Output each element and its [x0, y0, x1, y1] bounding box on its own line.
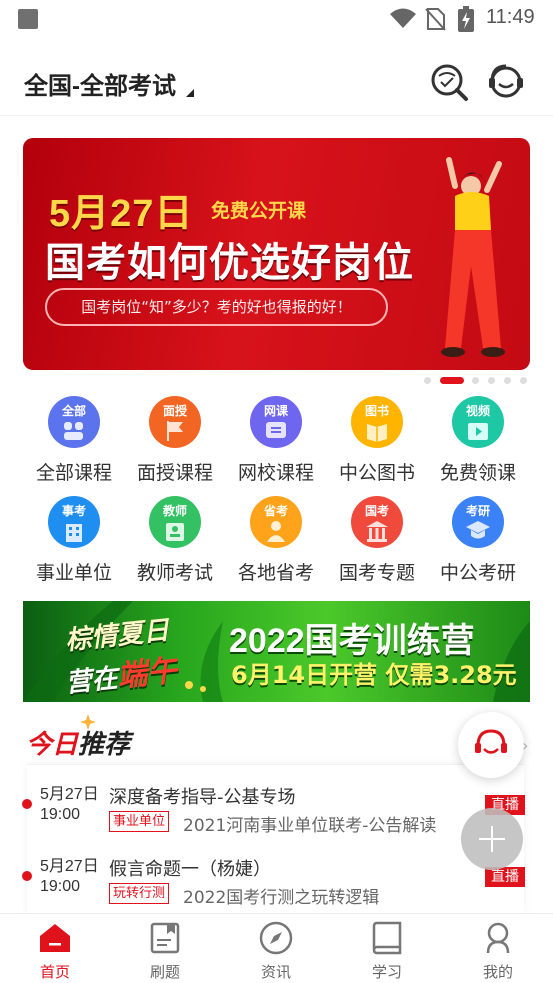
notification-icon [18, 9, 38, 29]
category-label: 全部课程 [35, 463, 112, 484]
nav-home[interactable]: 首页 [0, 914, 110, 983]
category-label: 中公考研 [439, 563, 516, 584]
region-selector[interactable]: 全国-全部考试 [24, 66, 176, 101]
profile-icon [486, 922, 510, 954]
banner-title: 国考如何优选好岗位 [45, 240, 414, 286]
item-tag: 事业单位 [109, 811, 170, 832]
message-icon[interactable] [486, 62, 526, 102]
nav-study[interactable]: 学习 [332, 914, 442, 983]
item-description: 2021河南事业单位联考-公告解读 [183, 816, 437, 836]
promo-subtitle: 6月14日开营 仅需3.28元 [231, 661, 517, 689]
category-free-courses[interactable]: 视频 免费领课 [428, 396, 528, 486]
category-in-person[interactable]: 面授 面授课程 [125, 396, 225, 486]
category-label: 各地省考 [237, 563, 314, 584]
bottom-navigation: 首页 刷题 资讯 学习 我的 [0, 913, 553, 983]
search-icon[interactable] [429, 62, 469, 102]
building-icon: 事考 [48, 496, 100, 548]
category-label: 面授课程 [136, 463, 213, 484]
item-description: 2022国考行测之玩转逻辑 [183, 888, 380, 908]
category-national-exam[interactable]: 国考 国考专题 [327, 496, 427, 586]
category-label: 免费领课 [439, 463, 516, 484]
wifi-icon [390, 8, 416, 28]
no-sim-icon [425, 8, 446, 31]
category-all-courses[interactable]: 全部 全部课程 [24, 396, 124, 486]
video-icon: 视频 [452, 396, 504, 448]
pagination-dot[interactable] [504, 377, 511, 384]
grid-icon: 全部 [48, 396, 100, 448]
nav-profile[interactable]: 我的 [443, 914, 553, 983]
chevron-right-icon[interactable]: › [522, 736, 528, 755]
item-date: 5月27日 19:00 [40, 786, 99, 823]
timeline-dot [22, 799, 32, 809]
item-tag: 玩转行测 [109, 883, 170, 904]
headset-icon [475, 729, 507, 754]
category-teacher-exam[interactable]: 教师 教师考试 [125, 496, 225, 586]
battery-icon [458, 6, 474, 32]
category-online[interactable]: 网课 网校课程 [226, 396, 326, 486]
category-public-institution[interactable]: 事考 事业单位 [24, 496, 124, 586]
pagination-dot[interactable] [424, 377, 431, 384]
caret-down-icon[interactable] [186, 89, 194, 97]
pagination-dot[interactable] [520, 377, 527, 384]
category-label: 事业单位 [35, 563, 112, 584]
practice-icon [150, 922, 180, 954]
banner-tag: 免费公开课 [211, 200, 307, 222]
graduation-icon: 考研 [452, 496, 504, 548]
recommend-list: 5月27日 19:00 深度备考指导-公基专场 事业单位 2021河南事业单位联考… [22, 764, 527, 914]
pagination-dot[interactable] [472, 377, 479, 384]
category-label: 网校课程 [237, 463, 314, 484]
nav-news[interactable]: 资讯 [221, 914, 331, 983]
book-icon: 图书 [351, 396, 403, 448]
sparkle-icon [80, 714, 96, 730]
teacher-icon: 教师 [149, 496, 201, 548]
top-header: 全国-全部考试 [0, 36, 553, 116]
study-icon [372, 921, 402, 955]
compass-icon [259, 921, 293, 955]
screen-icon: 网课 [250, 396, 302, 448]
dancing-woman-illustration [441, 157, 505, 357]
recommend-heading: 今日推荐 [26, 730, 131, 760]
list-item[interactable]: 5月27日 19:00 假言命题一（杨婕） 玩转行测 2022国考行测之玩转逻辑 … [22, 839, 527, 909]
item-date: 5月27日 19:00 [40, 858, 99, 895]
add-button[interactable] [461, 808, 523, 870]
hero-banner[interactable]: 5月27日 免费公开课 国考如何优选好岗位 国考岗位“知”多少？考的好也得报的好… [23, 138, 530, 370]
pagination-dot[interactable] [488, 377, 495, 384]
category-postgraduate[interactable]: 考研 中公考研 [428, 496, 528, 586]
category-label: 教师考试 [136, 563, 213, 584]
flag-icon: 面授 [149, 396, 201, 448]
category-label: 国考专题 [338, 563, 415, 584]
banner-date: 5月27日 [49, 193, 194, 235]
home-icon [40, 924, 70, 952]
category-provincial-exam[interactable]: 省考 各地省考 [226, 496, 326, 586]
promo-banner[interactable]: 棕情夏日 营在端午 2022国考训练营 6月14日开营 仅需3.28元 [23, 601, 530, 702]
pagination-dot-active[interactable] [440, 377, 464, 384]
person-icon: 省考 [250, 496, 302, 548]
category-label: 中公图书 [338, 463, 415, 484]
banner-subtitle: 国考岗位“知”多少？考的好也得报的好！ [45, 288, 388, 326]
item-title: 假言命题一（杨婕） [109, 859, 271, 880]
category-books[interactable]: 图书 中公图书 [327, 396, 427, 486]
customer-service-button[interactable] [458, 712, 524, 778]
item-title: 深度备考指导-公基专场 [109, 787, 296, 808]
timeline-dot [22, 871, 32, 881]
status-bar: 11:49 [0, 0, 553, 36]
live-badge: 直播 [485, 867, 525, 887]
nav-practice[interactable]: 刷题 [110, 914, 220, 983]
clock: 11:49 [486, 6, 535, 28]
hall-icon: 国考 [351, 496, 403, 548]
list-item[interactable]: 5月27日 19:00 深度备考指导-公基专场 事业单位 2021河南事业单位联考… [22, 767, 527, 837]
